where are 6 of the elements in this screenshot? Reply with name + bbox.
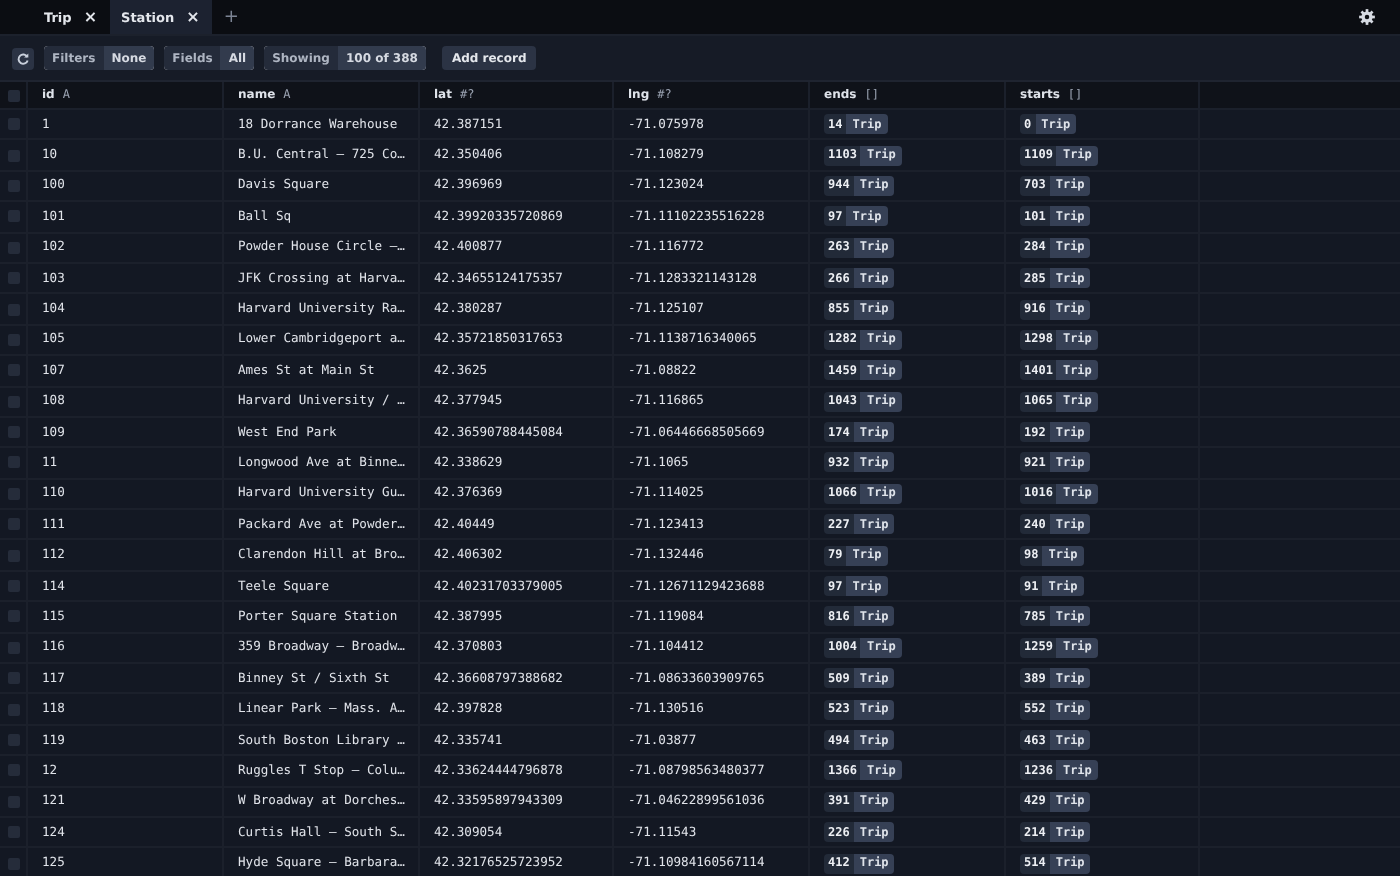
close-icon[interactable]: × xyxy=(83,8,98,26)
refresh-button[interactable] xyxy=(12,47,34,69)
select-all-checkbox[interactable] xyxy=(7,89,19,101)
settings-icon[interactable] xyxy=(1358,8,1376,26)
new-tab-button[interactable]: + xyxy=(211,0,251,34)
close-icon[interactable]: × xyxy=(186,8,200,26)
